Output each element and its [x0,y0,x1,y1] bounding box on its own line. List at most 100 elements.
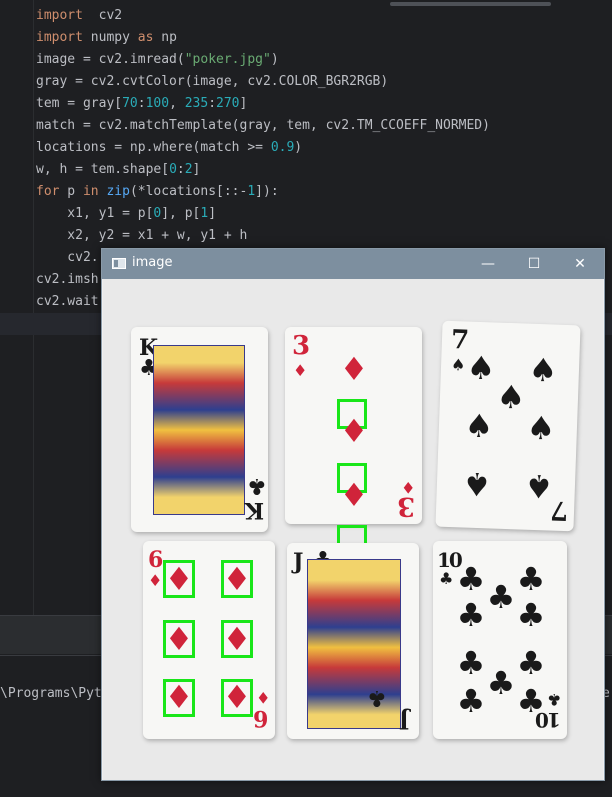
code-token: cv2.imsh [36,272,99,287]
code-token: ] [208,206,217,221]
window-titlebar[interactable]: image — ☐ ✕ [102,249,604,279]
card-six-diamonds: 6 ♦ ♦ ♦ ♦ ♦ ♦ ♦ ♦ 6 [143,541,275,739]
code-token: tem = gray[ [36,96,123,111]
code-token: 0 [169,162,177,177]
close-button[interactable]: ✕ [566,252,594,276]
code-token: 0.9 [270,140,295,155]
code-token: ) [294,140,303,155]
code-token: import [36,30,83,45]
code-line[interactable]: x2, y2 = x1 + w, y1 + h [36,225,612,247]
code-token: cv2 [82,8,123,23]
code-token: cv2.wait [36,294,99,309]
code-token: 235 [184,96,209,111]
card-rank: 10 [537,708,561,732]
match-box [221,679,253,717]
code-token: : [208,96,217,111]
code-token: np [153,30,177,45]
diamond-pip: ♦ [339,412,369,450]
code-token: 100 [145,96,170,111]
card-rank: K [245,497,265,523]
diamond-pip: ♦ [339,350,369,388]
card-three-diamonds: 3 ♦ ♦ ♦ ♦ ♦ 3 [285,327,422,555]
card-ten-clubs: 10 ♣ ♣ ♣ ♣ ♣ ♣ ♣ ♣ ♣ ♣ ♣ ♣ 10 [433,541,567,739]
card-rank: 6 [253,705,269,731]
code-token: as [137,30,154,45]
code-token: p [59,184,83,199]
club-pip: ♣ [516,596,546,634]
code-token: x2, y2 = x1 + w, y1 + h [36,228,248,243]
card-seven-spades: 7 ♠ ♠ ♠ ♠ ♠ ♠ ♠ ♠ 7 [435,320,581,532]
card-rank: J [293,549,304,575]
code-token: w, h = tem.shape[ [36,162,170,177]
card-rank: 7 [549,494,569,526]
card-rank: 3 [292,331,311,361]
club-pip: ♣ [456,596,486,634]
code-token: image = cv2.imread( [36,52,185,67]
code-token: ) [270,52,279,67]
maximize-button[interactable]: ☐ [520,252,548,276]
card-suit-icon: ♣ [439,569,454,588]
code-line[interactable]: import cv2 [36,5,612,27]
card-suit-icon: ♣ [247,473,267,498]
window-app-icon [112,258,126,269]
card-suit-icon: ♦ [256,688,271,707]
code-token: zip [98,184,130,199]
code-line[interactable]: match = cv2.matchTemplate(gray, tem, cv2… [36,115,612,137]
code-token: ], p[ [161,206,201,221]
code-token: 270 [216,96,240,111]
window-title: image [132,255,173,270]
spade-pip: ♠ [527,350,558,390]
match-box [221,620,253,658]
code-token: match = cv2.matchTemplate(gray, tem, cv2… [36,118,490,133]
code-token: gray = cv2.cvtColor(image, cv2.COLOR_BGR… [36,74,389,89]
match-box [221,560,253,598]
code-token: numpy [82,30,138,45]
code-token: ] [239,96,248,111]
club-pip: ♣ [456,682,486,720]
spade-pip: ♠ [496,377,527,417]
code-line[interactable]: image = cv2.imread("poker.jpg") [36,49,612,71]
card-jack-clubs: J ♣ ♣ J [287,543,419,739]
poker-image: K ♣ ♣ K 3 ♦ ♦ ♦ ♦ ♦ 3 7 ♠ ♠ ♠ ♠ ♠ ♠ ♠ ♠ … [103,279,603,780]
code-token: 2 [184,162,193,177]
king-face-art [153,345,245,515]
code-line[interactable]: gray = cv2.cvtColor(image, cv2.COLOR_BGR… [36,71,612,93]
code-line[interactable]: import numpy as np [36,27,612,49]
code-token: ]): [255,184,279,199]
code-line[interactable]: tem = gray[70:100, 235:270] [36,93,612,115]
line-gutter [0,0,33,615]
card-rank: 3 [397,491,416,521]
card-rank: 7 [450,324,470,356]
code-token: "poker.jpg" [184,52,271,67]
code-line[interactable]: x1, y1 = p[0], p[1] [36,203,612,225]
diamond-pip: ♦ [339,476,369,514]
spade-pip: ♠ [463,406,494,446]
opencv-image-window[interactable]: image — ☐ ✕ K ♣ ♣ K 3 ♦ ♦ ♦ ♦ ♦ 3 7 ♠ ♠ … [101,248,605,781]
card-king-clubs: K ♣ ♣ K [131,327,268,532]
code-token: 1 [247,184,256,199]
match-box [163,679,195,717]
code-token: import [36,8,83,23]
code-line[interactable]: for p in zip(*locations[::-1]): [36,181,612,203]
code-token: x1, y1 = p[ [36,206,154,221]
card-suit-icon: ♣ [547,690,562,709]
gutter-divider [33,0,34,615]
code-token: : [137,96,146,111]
code-token: locations = np.where(match >= [36,140,271,155]
code-token: (*locations[::- [129,184,248,199]
code-line[interactable]: locations = np.where(match >= 0.9) [36,137,612,159]
code-token: in [82,184,99,199]
code-token: 70 [122,96,138,111]
card-rank: J [399,707,410,733]
match-box [163,620,195,658]
card-suit-icon: ♦ [293,361,308,380]
code-line[interactable]: w, h = tem.shape[0:2] [36,159,612,181]
code-token: ] [192,162,201,177]
code-token: , [169,96,185,111]
code-token: for [36,184,60,199]
spade-pip: ♠ [525,408,556,448]
minimize-button[interactable]: — [474,252,502,276]
spade-pip: ♠ [461,464,492,504]
code-token: : [176,162,185,177]
match-box [163,560,195,598]
